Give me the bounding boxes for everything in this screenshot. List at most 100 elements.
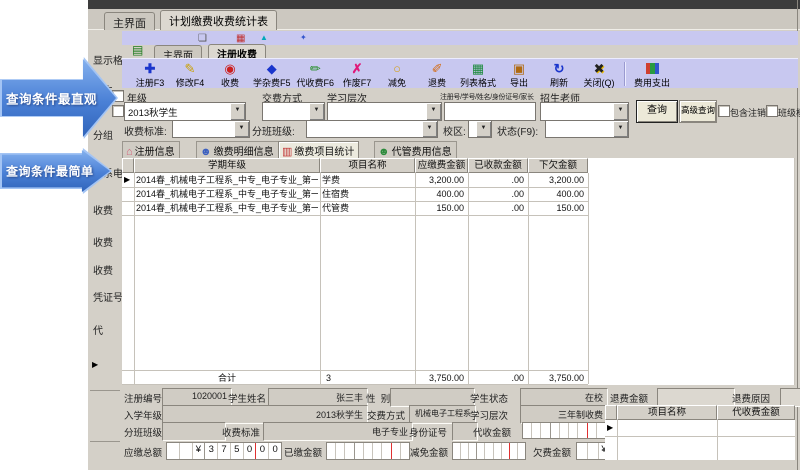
chevron-down-icon[interactable]: ▼ [613, 103, 628, 120]
table-row-term[interactable]: 2014春_机械电子工程系_中专_电子专业_第一年 [136, 202, 318, 215]
digit-cell [517, 443, 525, 459]
toolbar-button-charge[interactable]: ◉收费 [210, 61, 250, 89]
toolbar-button-label: 注册F3 [136, 78, 165, 88]
toolbar-button-refresh[interactable]: ↻刷新 [539, 61, 579, 89]
total-row-count: 3 [326, 372, 366, 385]
table-row-due[interactable]: 150.00 [416, 202, 464, 215]
expense-bars-icon [646, 63, 659, 74]
digit-cell: 3 [204, 443, 217, 459]
tab-main-screen[interactable]: 主界面 [104, 12, 155, 30]
toolbar-button-label: 列表格式 [460, 78, 496, 88]
total-due-digit-boxes: ¥375000 [166, 442, 282, 460]
toolbar-button-reduction[interactable]: ○减免 [377, 61, 417, 89]
total-row-owed: 3,750.00 [529, 372, 584, 385]
class-fuzzy-checkbox[interactable] [766, 105, 778, 117]
new-doc-icon[interactable]: ❏ [198, 33, 207, 44]
digit-cell [372, 443, 381, 459]
table-row-owed[interactable]: 3,200.00 [529, 174, 584, 187]
table-row-due[interactable]: 400.00 [416, 188, 464, 201]
table-row-term[interactable]: 2014春_机械电子工程系_中专_电子专业_第一年 [136, 188, 318, 201]
advanced-query-button[interactable]: 高级查询 [679, 100, 717, 123]
toolbar-button-label: 退费 [428, 78, 446, 88]
toolbar-button-list-format[interactable]: ▦列表格式 [457, 61, 499, 89]
toolbar-button-void[interactable]: ✗ 作废F7 [337, 61, 377, 89]
study-level-dropdown[interactable]: ▼ [327, 102, 442, 121]
chevron-down-icon[interactable]: ▼ [234, 121, 249, 137]
class-dropdown[interactable]: ▼ [306, 120, 438, 138]
toolbar-button-register[interactable]: ✚注册F3 [130, 61, 170, 89]
toolbar-button-export[interactable]: ▣导出 [499, 61, 539, 89]
table-row-item[interactable]: 学费 [322, 174, 412, 187]
total-row-label: 合计 [134, 372, 320, 385]
export-clipboard-icon: ▣ [502, 61, 536, 76]
recruiter-dropdown[interactable]: ▼ [540, 102, 629, 121]
table-row-item[interactable]: 代管费 [322, 202, 412, 215]
student-status-label: 学生状态 [470, 391, 508, 405]
include-cancelled-checkbox[interactable] [718, 105, 730, 117]
query-button-label: 查询 [647, 105, 667, 116]
toolbar-button-agency-fee[interactable]: ✏代收费F6 [294, 61, 338, 89]
agency-header-item[interactable]: 项目名称 [617, 405, 717, 420]
table-row-due[interactable]: 3,200.00 [416, 174, 464, 187]
table-row-received[interactable]: .00 [469, 202, 524, 215]
cancel-x-icon: ✗ [340, 61, 374, 76]
house-icon: ⌂ [126, 146, 133, 158]
campus-dropdown-value [469, 121, 476, 137]
blue-mark-icon[interactable]: ✦ [300, 33, 307, 42]
toolbar-button-tuition[interactable]: ◆学杂费F5 [250, 61, 294, 89]
fee-standard-value-label: 收费标准 [222, 425, 260, 439]
table-row-item[interactable]: 住宿费 [322, 188, 412, 201]
fee-standard-dropdown[interactable]: ▼ [172, 120, 250, 138]
digit-cell [476, 443, 484, 459]
chevron-down-icon[interactable]: ▼ [476, 121, 491, 137]
grid-line [134, 173, 135, 384]
inner-tab-register-fee[interactable]: 注册收费 [208, 44, 266, 58]
table-row-received[interactable]: .00 [469, 188, 524, 201]
search-id-input[interactable] [444, 102, 536, 121]
query-button[interactable]: 查询 [636, 100, 678, 123]
recruiter-dropdown-value [541, 103, 613, 120]
toolbar-button-expense[interactable]: 费用支出 [631, 61, 673, 89]
chevron-down-icon[interactable]: ▼ [422, 121, 437, 137]
grid-line [122, 370, 588, 371]
toolbar-button-label: 作废F7 [343, 78, 372, 88]
toolbar-button-label: 收费 [221, 78, 239, 88]
grid-header-item[interactable]: 项目名称 [320, 158, 415, 173]
table-row-term[interactable]: 2014春_机械电子工程系_中专_电子专业_第一年 [136, 174, 318, 187]
agency-header-amount[interactable]: 代收费金额 [717, 405, 795, 420]
grid-header-received[interactable]: 已收款金额 [468, 158, 528, 173]
notebook-icon: ▤ [132, 43, 143, 57]
tab-plan-fee-statistics[interactable]: 计划缴费收费统计表 [160, 10, 277, 30]
grid-header-owed[interactable]: 下欠金额 [528, 158, 588, 173]
pay-method-dropdown[interactable]: ▼ [262, 102, 325, 121]
toolbar-button-refund[interactable]: ✐退费 [417, 61, 457, 89]
colored-grid-icon[interactable]: ▦ [236, 33, 245, 44]
digit-cell [179, 443, 192, 459]
toolbar-button-label: 费用支出 [634, 78, 670, 88]
cyan-triangle-icon[interactable]: ▲ [260, 33, 268, 42]
class-value-label: 分班班级 [124, 425, 162, 439]
grade-dropdown[interactable]: 2013秋学生 ▼ [124, 102, 246, 121]
table-row-received[interactable]: .00 [469, 174, 524, 187]
grid-header-term[interactable]: 学期年级 [134, 158, 320, 173]
toolbar-button-label: 代收费F6 [297, 78, 335, 88]
annotation-arrow-top-label: 查询条件最直观 [6, 89, 97, 108]
chevron-down-icon[interactable]: ▼ [230, 103, 245, 120]
paid-amount-label: 已缴金额 [284, 445, 322, 459]
grid-header-due[interactable]: 应缴费金额 [415, 158, 468, 173]
campus-dropdown[interactable]: ▼ [468, 120, 492, 138]
toolbar-button-close[interactable]: ✖关闭(Q) [579, 61, 619, 89]
window-top-bar [88, 0, 800, 9]
table-row-owed[interactable]: 400.00 [529, 188, 584, 201]
toolbar-button-modify[interactable]: ✎修改F4 [170, 61, 210, 89]
chevron-down-icon[interactable]: ▼ [426, 103, 441, 120]
table-row-owed[interactable]: 150.00 [529, 202, 584, 215]
row-marker-icon: ▶ [607, 423, 613, 432]
main-toolbar: ✚注册F3 ✎修改F4 ◉收费 ◆学杂费F5 ✏代收费F6 ✗作废F7 ○减免 … [122, 58, 798, 88]
chevron-down-icon[interactable]: ▼ [309, 103, 324, 120]
inner-tab-main[interactable]: 主界面 [154, 45, 202, 58]
status-dropdown[interactable]: ▼ [545, 120, 629, 138]
chevron-down-icon[interactable]: ▼ [613, 121, 628, 137]
digit-cell [363, 443, 372, 459]
digit-cell: 5 [230, 443, 243, 459]
